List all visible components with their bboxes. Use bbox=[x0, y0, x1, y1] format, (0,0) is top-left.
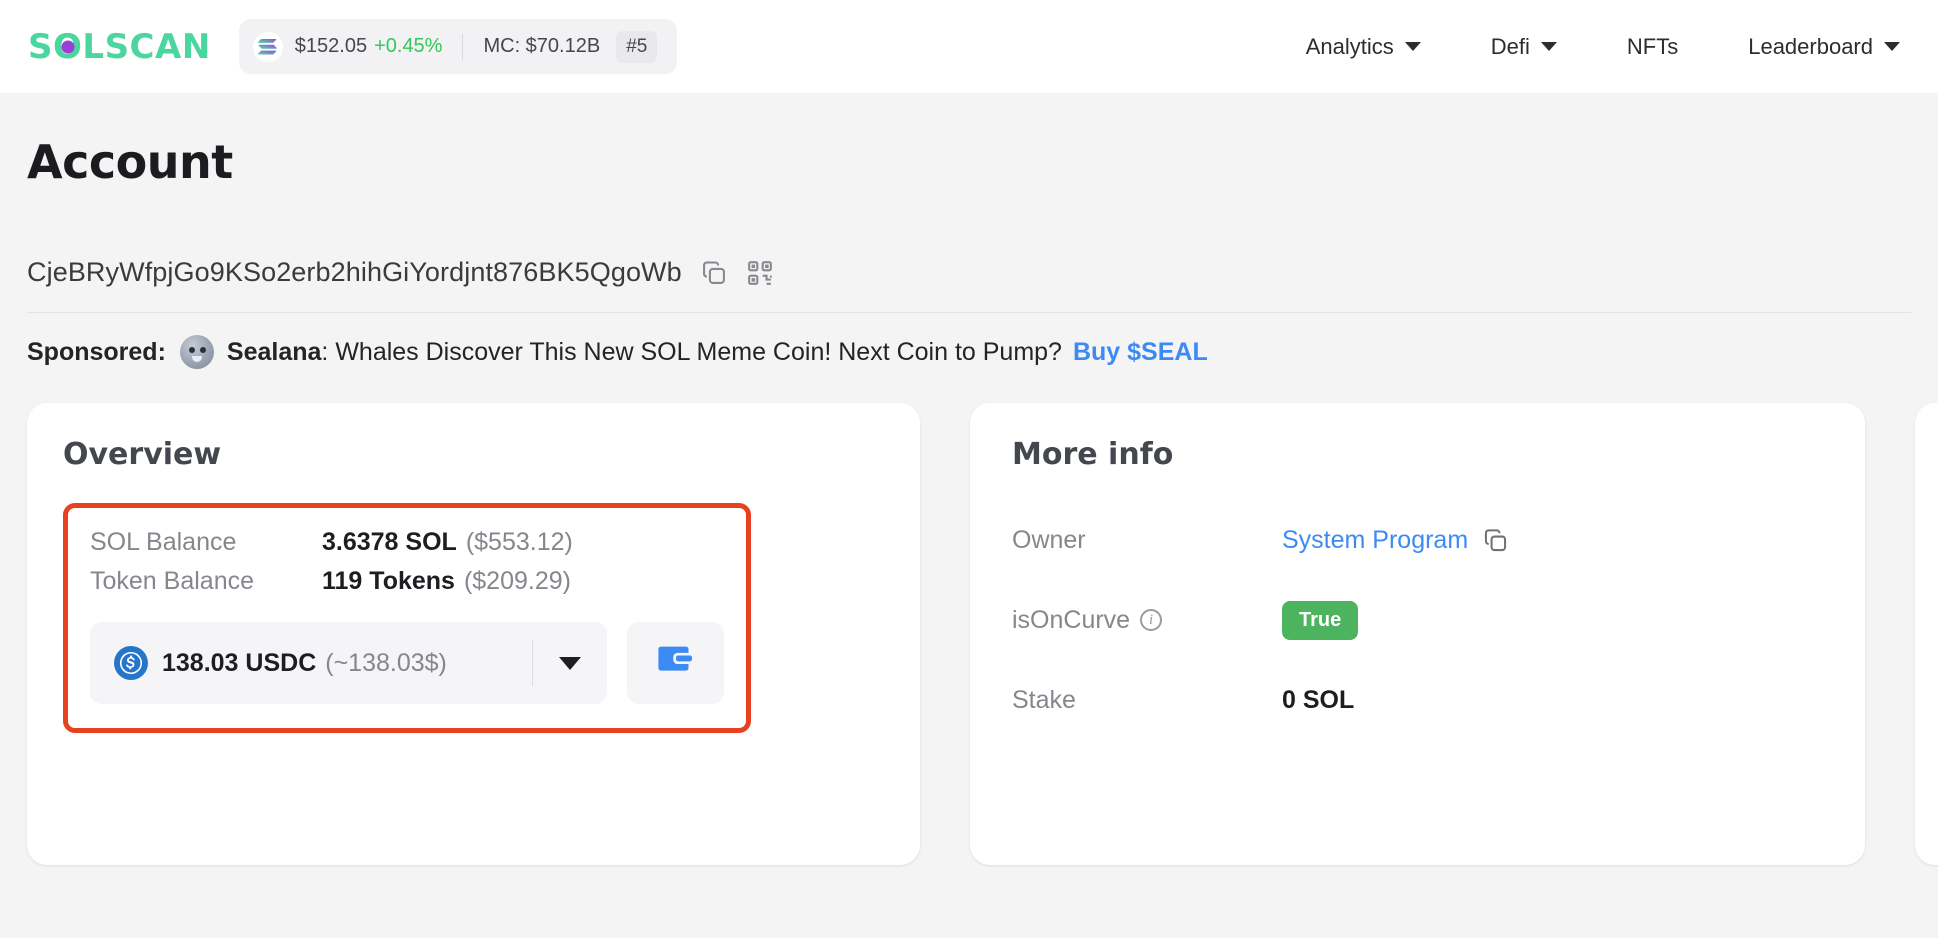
nav-label-nfts: NFTs bbox=[1627, 34, 1678, 60]
logo-text-sol: S bbox=[28, 27, 53, 67]
copy-icon[interactable] bbox=[1482, 527, 1509, 554]
token-dropdown-usd: (~138.03$) bbox=[325, 649, 447, 678]
sponsored-banner: Sponsored: Sealana : Whales Discover Thi… bbox=[27, 335, 1911, 369]
sponsored-text: : Whales Discover This New SOL Meme Coin… bbox=[321, 338, 1062, 367]
account-address: CjeBRyWfpjGo9KSo2erb2hihGiYordjnt876BK5Q… bbox=[27, 257, 682, 288]
nav-item-analytics[interactable]: Analytics bbox=[1271, 34, 1456, 60]
nav-item-defi[interactable]: Defi bbox=[1456, 34, 1592, 60]
pill-divider bbox=[462, 34, 463, 60]
nav-item-leaderboard[interactable]: Leaderboard bbox=[1713, 34, 1910, 60]
logo-dot bbox=[61, 40, 74, 53]
status-badge: True bbox=[1282, 601, 1358, 640]
token-balance-label: Token Balance bbox=[90, 567, 322, 596]
token-balance-value: 119 Tokens bbox=[322, 567, 455, 596]
balances-highlight-box: SOL Balance 3.6378 SOL ($553.12) Token B… bbox=[63, 503, 751, 733]
chevron-down-icon bbox=[1884, 42, 1900, 51]
site-header: S O LSCAN $152.05 +0.45% MC: $70.12B #5 bbox=[0, 0, 1938, 93]
owner-value-link[interactable]: System Program bbox=[1282, 526, 1468, 555]
token-selector-row: 138.03 USDC (~138.03$) bbox=[90, 622, 724, 704]
logo-text-lscan: LSCAN bbox=[82, 27, 210, 67]
main-nav: Analytics Defi NFTs Leaderboard bbox=[1271, 34, 1910, 60]
chevron-down-icon[interactable] bbox=[533, 657, 607, 670]
wallet-button[interactable] bbox=[627, 622, 724, 704]
more-info-card-title: More info bbox=[1012, 437, 1823, 472]
page-title: Account bbox=[27, 135, 1911, 189]
sol-price-pill[interactable]: $152.05 +0.45% MC: $70.12B #5 bbox=[239, 19, 678, 74]
info-icon[interactable]: i bbox=[1140, 609, 1162, 631]
solscan-logo[interactable]: S O LSCAN bbox=[28, 27, 211, 67]
copy-icon[interactable] bbox=[700, 259, 728, 287]
nav-label-defi: Defi bbox=[1491, 34, 1530, 60]
sponsored-name: Sealana bbox=[227, 338, 322, 367]
next-card-partial bbox=[1915, 403, 1938, 865]
isoncurve-label: isOnCurve i bbox=[1012, 606, 1282, 635]
chevron-down-icon bbox=[1541, 42, 1557, 51]
sol-balance-row: SOL Balance 3.6378 SOL ($553.12) bbox=[90, 528, 724, 557]
stake-row: Stake 0 SOL bbox=[1012, 680, 1823, 720]
isoncurve-row: isOnCurve i True bbox=[1012, 600, 1823, 640]
token-balance-usd: ($209.29) bbox=[464, 567, 571, 596]
token-balance-row: Token Balance 119 Tokens ($209.29) bbox=[90, 567, 724, 596]
stake-value: 0 SOL bbox=[1282, 686, 1354, 715]
seal-avatar-icon bbox=[180, 335, 214, 369]
sol-balance-label: SOL Balance bbox=[90, 528, 322, 557]
nav-label-analytics: Analytics bbox=[1306, 34, 1394, 60]
solana-icon bbox=[253, 32, 283, 62]
cards-row: Overview SOL Balance 3.6378 SOL ($553.12… bbox=[27, 403, 1911, 865]
usdc-icon bbox=[114, 646, 148, 680]
token-dropdown-amount: 138.03 USDC bbox=[162, 649, 316, 678]
more-info-card: More info Owner System Program isOnCurve… bbox=[970, 403, 1865, 865]
chevron-down-icon bbox=[1405, 42, 1421, 51]
logo-o-glyph: O bbox=[53, 27, 82, 67]
owner-row: Owner System Program bbox=[1012, 520, 1823, 560]
qr-code-icon[interactable] bbox=[746, 259, 774, 287]
nav-item-nfts[interactable]: NFTs bbox=[1592, 34, 1713, 60]
isoncurve-label-text: isOnCurve bbox=[1012, 606, 1130, 635]
market-cap-value: MC: $70.12B bbox=[483, 35, 600, 58]
market-cap-rank: #5 bbox=[616, 31, 657, 63]
token-dropdown[interactable]: 138.03 USDC (~138.03$) bbox=[90, 622, 607, 704]
wallet-icon bbox=[656, 645, 696, 682]
sponsored-label: Sponsored: bbox=[27, 338, 166, 367]
sol-balance-value: 3.6378 SOL bbox=[322, 528, 457, 557]
stake-label: Stake bbox=[1012, 686, 1282, 715]
account-address-row: CjeBRyWfpjGo9KSo2erb2hihGiYordjnt876BK5Q… bbox=[27, 257, 1911, 313]
nav-label-leaderboard: Leaderboard bbox=[1748, 34, 1873, 60]
overview-card: Overview SOL Balance 3.6378 SOL ($553.12… bbox=[27, 403, 920, 865]
page-body: Account CjeBRyWfpjGo9KSo2erb2hihGiYordjn… bbox=[0, 135, 1938, 865]
overview-card-title: Overview bbox=[63, 437, 884, 472]
sol-price-change: +0.45% bbox=[374, 35, 442, 58]
owner-label: Owner bbox=[1012, 526, 1282, 555]
sol-balance-usd: ($553.12) bbox=[466, 528, 573, 557]
sol-price-value: $152.05 bbox=[295, 35, 367, 58]
sponsored-cta-link[interactable]: Buy $SEAL bbox=[1073, 338, 1208, 367]
